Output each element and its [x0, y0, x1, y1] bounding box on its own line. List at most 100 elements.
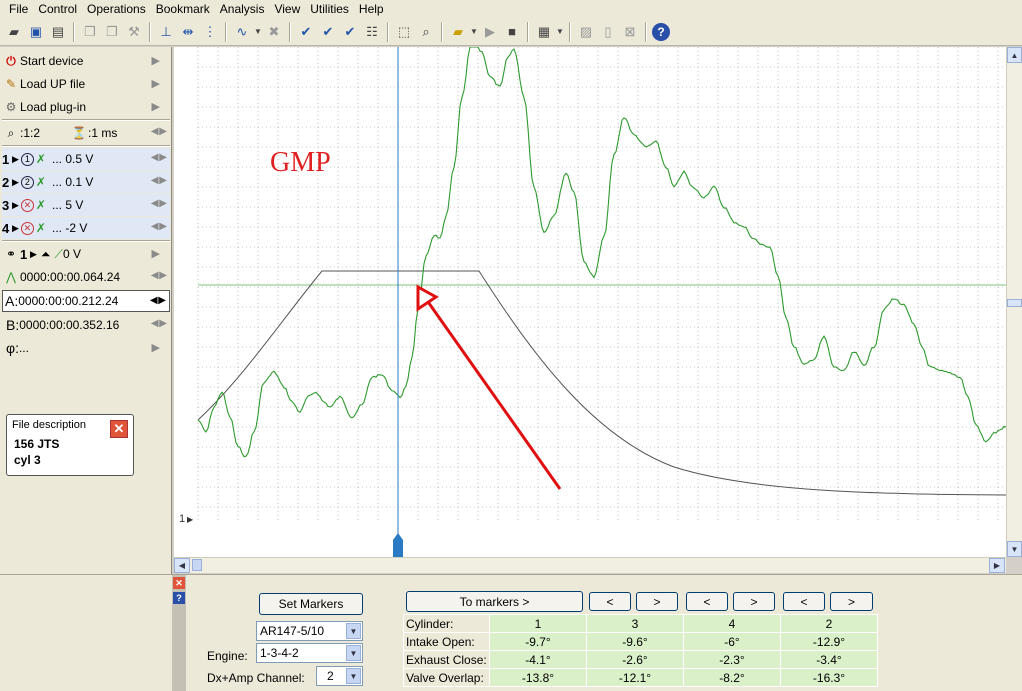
- waveform-icon[interactable]: ∿: [232, 22, 252, 42]
- table-cell: -9.7°: [489, 632, 587, 651]
- list-icon[interactable]: ☷: [362, 22, 382, 42]
- oscilloscope-plot[interactable]: GMP 1 ▶: [174, 47, 1006, 557]
- prev-button[interactable]: <: [686, 592, 728, 611]
- vertical-scrollbar[interactable]: ▲ ▼: [1006, 47, 1022, 557]
- stop-icon[interactable]: ■: [502, 22, 522, 42]
- channel-1-marker-arrow: ▶: [187, 515, 194, 524]
- model-select[interactable]: AR147-5/10 ▼: [256, 621, 363, 641]
- help-icon[interactable]: ?: [652, 22, 670, 41]
- menu-file[interactable]: File: [4, 0, 33, 18]
- step-arrows-icon[interactable]: ◀ ▶: [151, 221, 167, 232]
- chevron-down-icon[interactable]: ▼: [470, 22, 478, 42]
- load-up-file-item[interactable]: ✎ Load UP file ▶: [2, 73, 170, 95]
- cursor-icon[interactable]: ⊥: [156, 22, 176, 42]
- phase-row[interactable]: φ: ... ▶: [2, 337, 170, 359]
- toolbar-separator: [569, 21, 571, 42]
- zoom-timebase-row[interactable]: ⌕ :1:2 ⏳ :1 ms ◀ ▶: [2, 122, 170, 144]
- check-triple-icon[interactable]: ✔: [340, 22, 360, 42]
- play-icon[interactable]: ▶: [480, 22, 500, 42]
- marker-a-handle[interactable]: [393, 533, 403, 557]
- copy-icon[interactable]: ❐: [80, 22, 100, 42]
- next-button[interactable]: >: [636, 592, 678, 611]
- channel-number: 1: [2, 151, 10, 167]
- channel-2-row[interactable]: 2 ▶ 2 ✗ ... 0.1 V ◀ ▶: [2, 171, 170, 193]
- toolbar-separator: [387, 21, 389, 42]
- waveform-canvas[interactable]: GMP 1 ▶: [174, 47, 1006, 557]
- marker-a-label: A:: [5, 293, 19, 309]
- step-arrows-icon[interactable]: ◀ ▶: [151, 152, 167, 163]
- next-button[interactable]: >: [733, 592, 775, 611]
- zoom-icon[interactable]: ⌕: [416, 22, 436, 42]
- menu-control[interactable]: Control: [33, 0, 82, 18]
- channel-3-row[interactable]: 3 ▶ ✕ ✗ ... 5 V ◀ ▶: [2, 194, 170, 216]
- tool-icon[interactable]: ⚒: [124, 22, 144, 42]
- start-device-item[interactable]: ⏻ Start device ▶: [2, 50, 170, 72]
- channel-select[interactable]: 2 ▼: [316, 666, 363, 686]
- horizontal-scrollbar[interactable]: ◀ ▶: [174, 557, 1006, 573]
- chevron-down-icon[interactable]: ▼: [556, 22, 564, 42]
- menu-analysis[interactable]: Analysis: [215, 0, 270, 18]
- set-markers-button[interactable]: Set Markers: [259, 593, 363, 615]
- engine-value: 1-3-4-2: [260, 646, 299, 660]
- delta-time-row[interactable]: ⋀ 0000:00:00.064.24 ◀ ▶: [2, 266, 170, 288]
- prev-button[interactable]: <: [589, 592, 631, 611]
- channel-scale: ... 5 V: [51, 198, 84, 212]
- step-arrows-icon[interactable]: ◀ ▶: [151, 126, 167, 137]
- scroll-up-icon[interactable]: ▲: [1007, 47, 1022, 63]
- menu-bookmark[interactable]: Bookmark: [151, 0, 215, 18]
- row-label: Valve Overlap:: [403, 668, 490, 687]
- load-plugin-item[interactable]: ⚙ Load plug-in ▶: [2, 96, 170, 118]
- scroll-down-icon[interactable]: ▼: [1007, 541, 1022, 557]
- filter-icon[interactable]: ⋮: [200, 22, 220, 42]
- zoom-fit-icon[interactable]: ⬚: [394, 22, 414, 42]
- close-icon[interactable]: ✕: [173, 577, 185, 589]
- measure-icon[interactable]: ⇹: [178, 22, 198, 42]
- menu-view[interactable]: View: [269, 0, 305, 18]
- scroll-thumb[interactable]: [192, 559, 202, 571]
- toolbar-separator: [289, 21, 291, 42]
- print-icon[interactable]: ▤: [48, 22, 68, 42]
- menu-operations[interactable]: Operations: [82, 0, 151, 18]
- paste-icon[interactable]: ❐: [102, 22, 122, 42]
- table-cell: -3.4°: [780, 650, 878, 669]
- open-icon[interactable]: ▰: [4, 22, 24, 42]
- delete-icon[interactable]: ✖: [264, 22, 284, 42]
- panel-side-strip: ✕ ?: [172, 575, 186, 691]
- close-doc-icon[interactable]: ⊠: [620, 22, 640, 42]
- page-icon[interactable]: ▯: [598, 22, 618, 42]
- scroll-thumb[interactable]: [1007, 299, 1022, 307]
- to-markers-button[interactable]: To markers >: [406, 591, 583, 612]
- menu-utilities[interactable]: Utilities: [305, 0, 354, 18]
- save-icon[interactable]: ▣: [26, 22, 46, 42]
- step-arrows-icon[interactable]: ◀ ▶: [151, 198, 167, 209]
- scroll-left-icon[interactable]: ◀: [174, 558, 190, 573]
- help-icon[interactable]: ?: [173, 592, 185, 604]
- folder-icon[interactable]: ▰: [448, 22, 468, 42]
- table-icon[interactable]: ▦: [534, 22, 554, 42]
- scroll-right-icon[interactable]: ▶: [989, 558, 1005, 573]
- channel-4-row[interactable]: 4 ▶ ✕ ✗ ... -2 V ◀ ▶: [2, 217, 170, 239]
- chevron-down-icon[interactable]: ▼: [346, 623, 361, 639]
- menu-help[interactable]: Help: [354, 0, 389, 18]
- chevron-down-icon[interactable]: ▼: [346, 645, 361, 661]
- table-cell: -16.3°: [780, 668, 878, 687]
- chevron-down-icon[interactable]: ▼: [254, 22, 262, 42]
- engine-select[interactable]: 1-3-4-2 ▼: [256, 643, 363, 663]
- table-cell: 1: [489, 614, 587, 633]
- prev-button[interactable]: <: [783, 592, 825, 611]
- close-icon[interactable]: ✕: [110, 420, 128, 438]
- check-double-icon[interactable]: ✔: [318, 22, 338, 42]
- step-arrows-icon[interactable]: ◀ ▶: [151, 175, 167, 186]
- trigger-row[interactable]: ⚭ 1 ▶ ⏶ ⟋ 0 V ▶: [2, 243, 170, 265]
- marker-b-row[interactable]: B: 0000:00:00.352.16 ◀ ▶: [2, 314, 170, 336]
- next-button[interactable]: >: [830, 592, 873, 611]
- step-arrows-icon[interactable]: ◀ ▶: [151, 270, 167, 281]
- channel-1-row[interactable]: 1 ▶ 1 ✗ ... 0.5 V ◀ ▶: [2, 148, 170, 170]
- start-device-label: Start device: [20, 54, 84, 68]
- step-arrows-icon[interactable]: ◀ ▶: [151, 318, 167, 329]
- check-icon[interactable]: ✔: [296, 22, 316, 42]
- marker-a-row[interactable]: A: 0000:00:00.212.24 ◀ ▶: [2, 290, 170, 312]
- chevron-down-icon[interactable]: ▼: [346, 668, 361, 684]
- chart-icon[interactable]: ▨: [576, 22, 596, 42]
- step-arrows-icon[interactable]: ◀ ▶: [150, 295, 166, 306]
